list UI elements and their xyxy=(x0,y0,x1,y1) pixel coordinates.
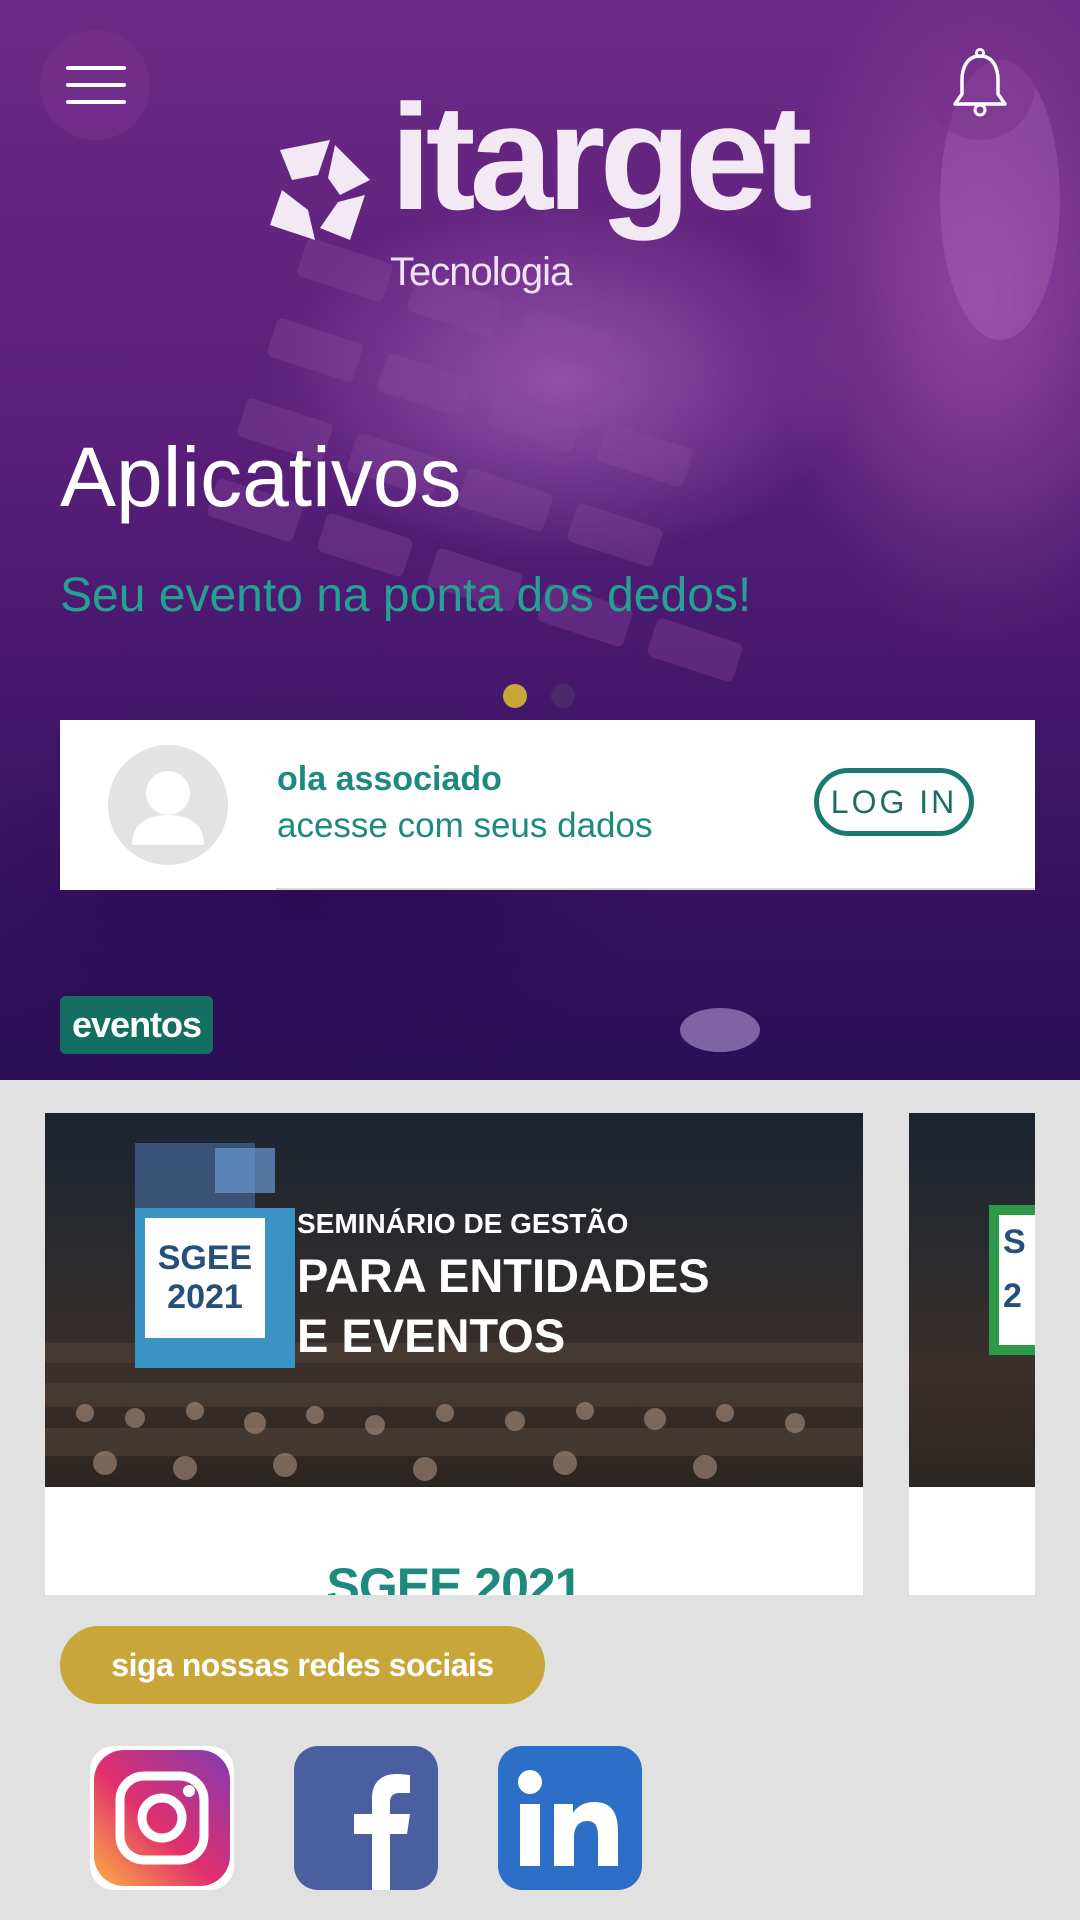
divider xyxy=(276,888,1035,890)
menu-bar xyxy=(66,100,126,104)
event-badge-partial: S 2 xyxy=(989,1205,1035,1355)
login-button[interactable]: LOG IN xyxy=(814,768,974,836)
event-banner-image: SGEE 2021 SEMINÁRIO DE GESTÃO PARA ENTID… xyxy=(45,1113,863,1487)
instagram-icon xyxy=(94,1750,230,1886)
user-placeholder-icon xyxy=(108,745,228,865)
login-card: ola associado acesse com seus dados LOG … xyxy=(60,720,1035,890)
linkedin-icon xyxy=(518,1770,618,1866)
banner-line-1: SEMINÁRIO DE GESTÃO xyxy=(297,1208,629,1239)
instagram-link[interactable] xyxy=(90,1746,234,1890)
login-greeting: ola associado xyxy=(277,760,502,798)
event-badge-bottom: 2 xyxy=(1003,1277,1022,1316)
carousel-subtitle: Seu evento na ponta dos dedos! xyxy=(60,569,752,622)
logo-mark-icon xyxy=(270,140,370,240)
sgee-badge-bottom: 2021 xyxy=(167,1278,243,1316)
banner-line-2: PARA ENTIDADES xyxy=(297,1249,710,1302)
event-title: SGEE 2021 xyxy=(326,1558,582,1595)
banner-line-3: E EVENTOS xyxy=(297,1309,566,1362)
bell-icon xyxy=(953,48,1007,117)
sgee-badge-top: SGEE xyxy=(157,1238,253,1277)
login-prompt: acesse com seus dados xyxy=(277,806,653,845)
carousel-dot-active[interactable] xyxy=(503,684,527,708)
event-badge-top: S xyxy=(1003,1223,1026,1261)
hero-banner: itarget Tecnologia Aplicativos Seu event… xyxy=(0,0,1080,1080)
events-section-label: eventos xyxy=(60,996,214,1054)
menu-bar xyxy=(66,83,126,87)
event-banner-image: S 2 xyxy=(909,1113,1035,1487)
carousel-dot[interactable] xyxy=(551,684,575,708)
event-card[interactable]: SGEE 2021 SEMINÁRIO DE GESTÃO PARA ENTID… xyxy=(45,1113,863,1595)
logo-subtitle: Tecnologia xyxy=(390,250,572,294)
carousel-title: Aplicativos xyxy=(60,430,462,524)
logo-wordmark: itarget xyxy=(390,73,812,241)
menu-bar xyxy=(66,66,126,70)
sgee-badge: SGEE 2021 xyxy=(135,1208,295,1368)
event-card[interactable]: S 2 xyxy=(909,1113,1035,1595)
notifications-button[interactable] xyxy=(925,30,1035,140)
social-section-label: siga nossas redes sociais xyxy=(60,1626,545,1704)
linkedin-link[interactable] xyxy=(498,1746,642,1890)
facebook-icon xyxy=(354,1774,410,1890)
facebook-link[interactable] xyxy=(294,1746,438,1890)
hamburger-menu-button[interactable] xyxy=(40,30,150,140)
